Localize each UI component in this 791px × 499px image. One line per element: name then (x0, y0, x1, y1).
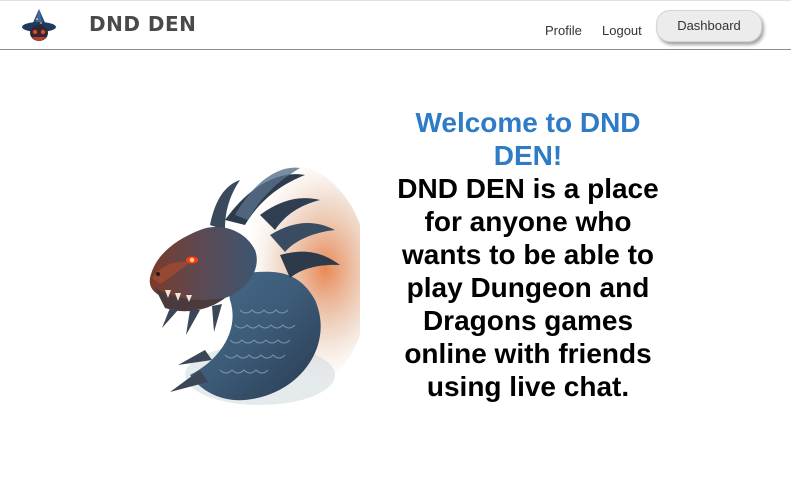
page: DND DEN Profile Logout Dashboard Welcome… (0, 0, 791, 499)
navbar: DND DEN Profile Logout Dashboard (0, 0, 791, 50)
nav-logout-link[interactable]: Logout (602, 23, 642, 39)
dashboard-button[interactable]: Dashboard (656, 10, 762, 42)
dragon-illustration (149, 165, 360, 405)
nav-profile-link[interactable]: Profile (545, 23, 582, 39)
hero-text: Welcome to DND DEN! DND DEN is a place f… (395, 106, 661, 403)
hero-title: Welcome to DND DEN! (415, 107, 641, 171)
wizard-logo-icon[interactable] (20, 7, 58, 45)
brand-name[interactable]: DND DEN (89, 12, 196, 36)
hero-description: DND DEN is a place for anyone who wants … (397, 173, 659, 402)
